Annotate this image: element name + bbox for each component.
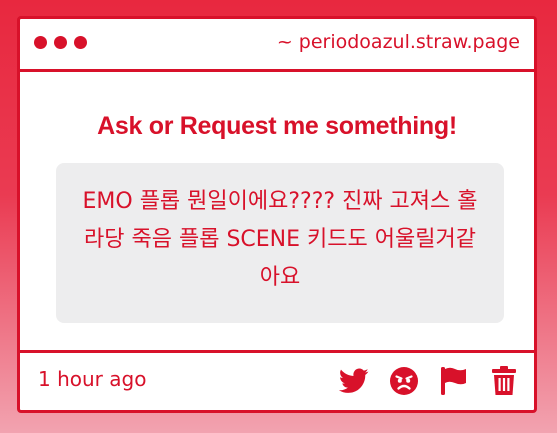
twitter-icon bbox=[339, 368, 369, 394]
trash-icon bbox=[491, 366, 517, 396]
react-button[interactable] bbox=[388, 365, 420, 397]
window-dots bbox=[34, 36, 87, 49]
action-bar bbox=[338, 365, 520, 397]
delete-button[interactable] bbox=[488, 365, 520, 397]
timestamp: 1 hour ago bbox=[38, 367, 147, 391]
question-text: EMO 플롭 뭔일이에요???? 진짜 고져스 홀라당 죽음 플롭 SCENE … bbox=[82, 189, 478, 290]
share-twitter-button[interactable] bbox=[338, 365, 370, 397]
card-footer: 1 hour ago bbox=[20, 350, 534, 410]
flag-icon bbox=[439, 366, 469, 396]
page-title: Ask or Request me something! bbox=[97, 112, 457, 140]
report-button[interactable] bbox=[438, 365, 470, 397]
question-bubble: EMO 플롭 뭔일이에요???? 진짜 고져스 홀라당 죽음 플롭 SCENE … bbox=[56, 163, 504, 323]
title-bar: ~ periodoazul.straw.page bbox=[20, 19, 534, 72]
content-area: Ask or Request me something! EMO 플롭 뭔일이에… bbox=[20, 72, 534, 359]
page-url[interactable]: ~ periodoazul.straw.page bbox=[277, 31, 520, 53]
card-window: ~ periodoazul.straw.page Ask or Request … bbox=[17, 16, 537, 413]
window-dot bbox=[54, 36, 67, 49]
window-dot bbox=[34, 36, 47, 49]
window-dot bbox=[74, 36, 87, 49]
angry-face-icon bbox=[389, 366, 419, 396]
